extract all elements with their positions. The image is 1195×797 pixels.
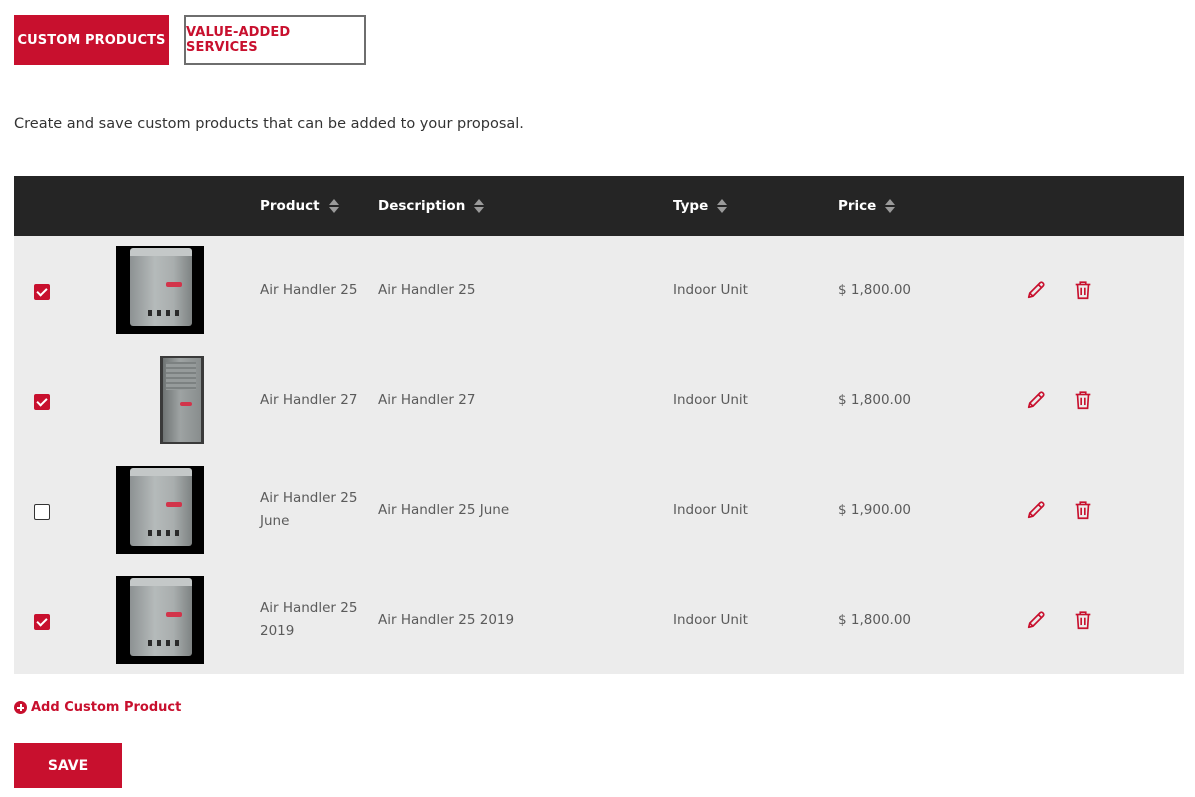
column-price-label: Price <box>838 198 877 214</box>
column-type[interactable]: Type <box>673 176 728 236</box>
intro-text: Create and save custom products that can… <box>14 116 524 132</box>
product-price: $ 1,900.00 <box>838 502 911 518</box>
add-custom-product-label: Add Custom Product <box>31 700 182 715</box>
row-checkbox[interactable] <box>34 614 50 630</box>
sort-icon <box>885 199 896 213</box>
product-description: Air Handler 25 <box>378 282 476 298</box>
product-name: Air Handler 27 <box>260 392 358 408</box>
pencil-icon[interactable] <box>1025 389 1047 411</box>
product-name: Air Handler 25 June <box>260 490 358 529</box>
sort-icon <box>328 199 339 213</box>
add-custom-product-link[interactable]: Add Custom Product <box>14 700 181 715</box>
product-type: Indoor Unit <box>673 392 748 408</box>
product-name: Air Handler 25 <box>260 282 358 298</box>
product-type: Indoor Unit <box>673 612 748 628</box>
save-button[interactable]: SAVE <box>14 743 122 788</box>
column-type-label: Type <box>673 198 709 214</box>
trash-icon[interactable] <box>1072 499 1094 521</box>
column-product[interactable]: Product <box>260 176 339 236</box>
custom-products-table: Product Description Type Price Air Handl… <box>14 176 1184 674</box>
table-row: Air Handler 27 Air Handler 27 Indoor Uni… <box>14 346 1184 456</box>
product-type: Indoor Unit <box>673 502 748 518</box>
pencil-icon[interactable] <box>1025 609 1047 631</box>
row-checkbox[interactable] <box>34 504 50 520</box>
pencil-icon[interactable] <box>1025 499 1047 521</box>
column-description-label: Description <box>378 198 466 214</box>
table-body: Air Handler 25 Air Handler 25 Indoor Uni… <box>14 236 1184 674</box>
product-price: $ 1,800.00 <box>838 392 911 408</box>
column-product-label: Product <box>260 198 320 214</box>
row-checkbox[interactable] <box>34 284 50 300</box>
sort-icon <box>474 199 485 213</box>
trash-icon[interactable] <box>1072 389 1094 411</box>
pencil-icon[interactable] <box>1025 279 1047 301</box>
product-description: Air Handler 25 2019 <box>378 612 515 628</box>
product-description: Air Handler 27 <box>378 392 476 408</box>
sort-icon <box>717 199 728 213</box>
table-row: Air Handler 25 June Air Handler 25 June I… <box>14 456 1184 566</box>
product-image <box>116 466 204 554</box>
plus-circle-icon <box>14 701 27 714</box>
product-description: Air Handler 25 June <box>378 502 510 518</box>
table-header: Product Description Type Price <box>14 176 1184 236</box>
product-image <box>116 576 204 664</box>
product-price: $ 1,800.00 <box>838 282 911 298</box>
product-image <box>160 356 204 444</box>
table-row: Air Handler 25 2019 Air Handler 25 2019 I… <box>14 566 1184 676</box>
tab-value-added-services[interactable]: VALUE-ADDED SERVICES <box>184 15 366 65</box>
product-name: Air Handler 25 2019 <box>260 600 358 639</box>
column-price[interactable]: Price <box>838 176 896 236</box>
table-row: Air Handler 25 Air Handler 25 Indoor Uni… <box>14 236 1184 346</box>
product-type: Indoor Unit <box>673 282 748 298</box>
trash-icon[interactable] <box>1072 609 1094 631</box>
tab-custom-products[interactable]: CUSTOM PRODUCTS <box>14 15 169 65</box>
column-description[interactable]: Description <box>378 176 485 236</box>
row-checkbox[interactable] <box>34 394 50 410</box>
product-image <box>116 246 204 334</box>
trash-icon[interactable] <box>1072 279 1094 301</box>
product-price: $ 1,800.00 <box>838 612 911 628</box>
